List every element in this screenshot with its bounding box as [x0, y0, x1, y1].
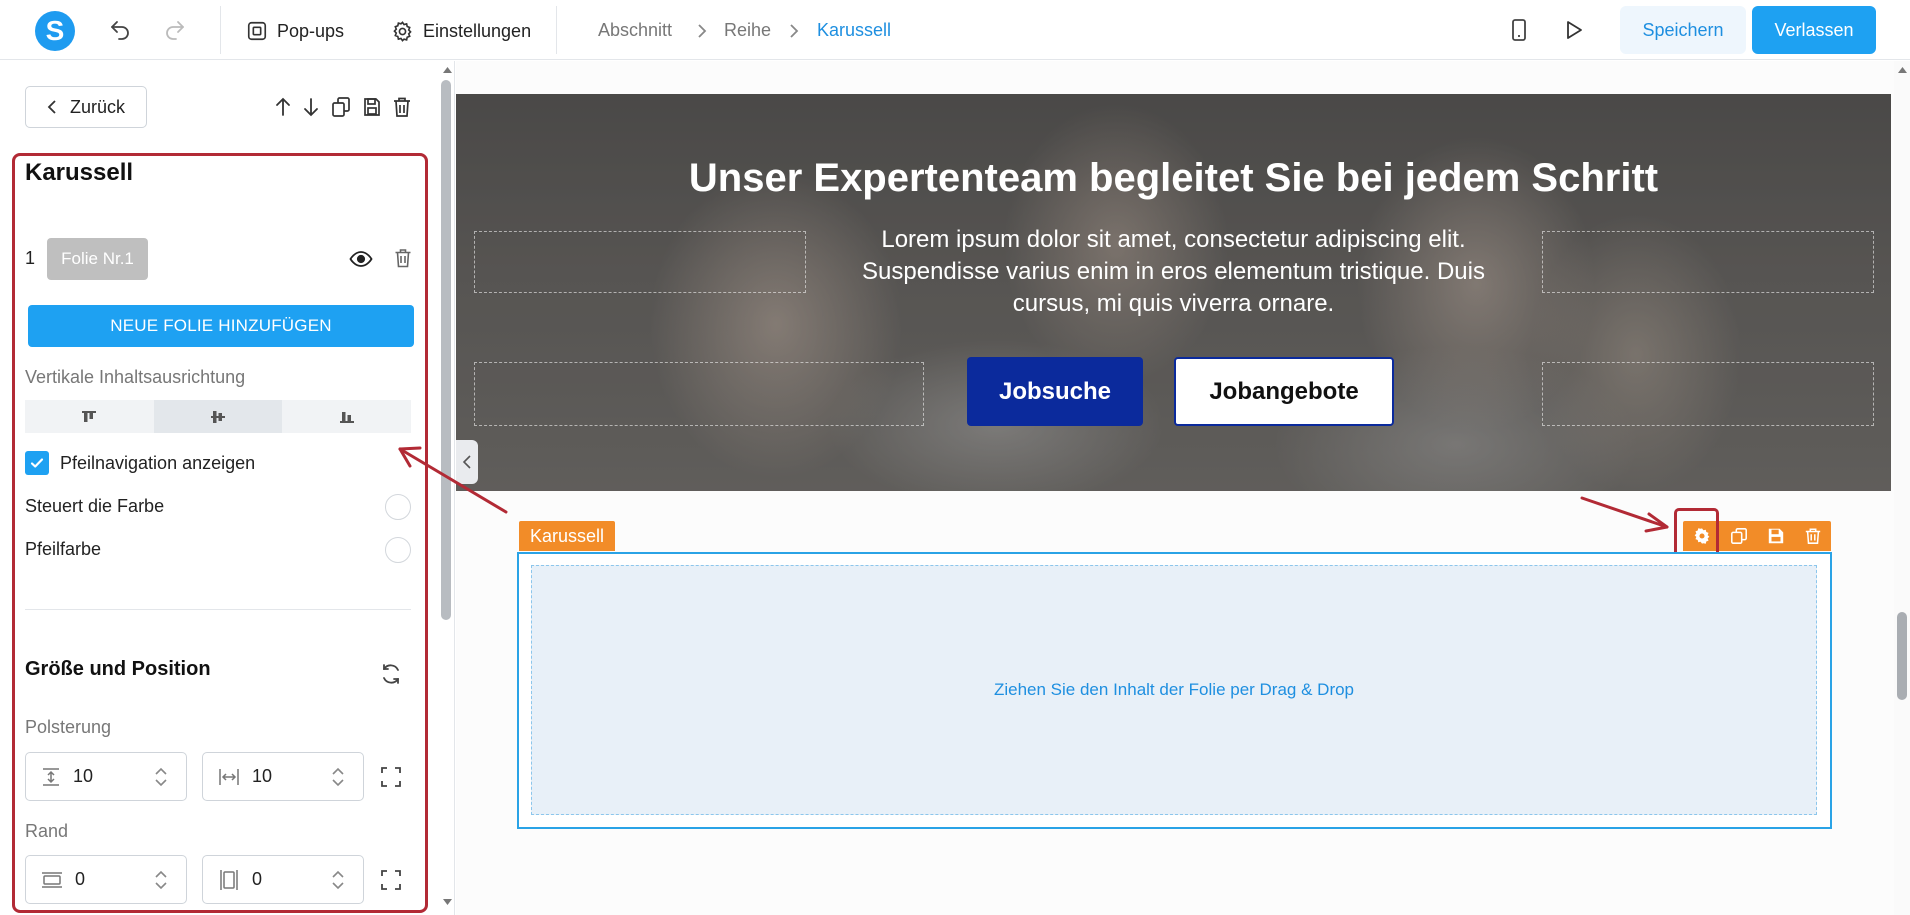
color-control-radio[interactable] [385, 494, 411, 520]
empty-column-placeholder[interactable] [1542, 231, 1874, 293]
gear-icon [393, 20, 412, 42]
app-logo[interactable]: S [35, 11, 75, 51]
exit-button[interactable]: Verlassen [1752, 6, 1876, 54]
scroll-down-icon[interactable] [443, 899, 452, 905]
vertical-align-segmented [25, 400, 411, 433]
slide-chip[interactable]: Folie Nr.1 [47, 238, 148, 280]
stepper-icon[interactable] [154, 765, 168, 789]
align-top-icon [82, 410, 97, 422]
element-trash-icon[interactable] [1804, 527, 1822, 545]
vertical-spacing-icon [43, 767, 59, 786]
padding-label: Polsterung [25, 717, 112, 737]
save-template-icon[interactable] [362, 96, 382, 118]
vertical-align-label: Vertikale Inhaltsausrichtung [25, 367, 246, 387]
move-down-icon[interactable] [301, 96, 321, 118]
logo-letter: S [45, 15, 65, 46]
padding-horizontal-field[interactable]: 10 [202, 752, 364, 801]
color-control-label: Steuert die Farbe [25, 496, 165, 516]
arrow-nav-checkbox[interactable] [25, 451, 49, 475]
border-horizontal-icon [42, 871, 62, 888]
stepper-icon[interactable] [154, 868, 168, 892]
align-middle-icon [211, 410, 225, 423]
chevron-left-icon [462, 455, 471, 469]
element-save-icon[interactable] [1767, 527, 1785, 545]
expand-icon[interactable] [380, 766, 402, 788]
checkmark-icon [30, 458, 44, 468]
breadcrumb-section[interactable]: Abschnitt [598, 20, 672, 41]
breadcrumb-carousel[interactable]: Karussell [817, 20, 891, 41]
duplicate-icon[interactable] [331, 96, 351, 118]
border-side-field[interactable]: 0 [202, 855, 364, 904]
chevron-right-icon [695, 22, 709, 40]
mobile-preview-icon[interactable] [1503, 14, 1535, 46]
arrow-color-label: Pfeilfarbe [25, 539, 102, 559]
hero-title[interactable]: Unser Expertenteam begleitet Sie bei jed… [456, 156, 1891, 201]
padding-vertical-field[interactable]: 10 [25, 752, 187, 801]
popups-button[interactable]: Pop-ups [246, 16, 344, 46]
empty-column-placeholder[interactable] [1542, 362, 1874, 426]
canvas-scrollbar[interactable] [1894, 61, 1910, 915]
add-slide-button[interactable]: NEUE FOLIE HINZUFÜGEN [28, 305, 414, 347]
undo-icon[interactable] [104, 14, 136, 46]
jobangebote-button[interactable]: Jobangebote [1174, 357, 1394, 426]
slide-delete-icon[interactable] [394, 248, 412, 268]
move-up-icon[interactable] [273, 96, 293, 118]
slide-number: 1 [25, 248, 36, 268]
empty-column-placeholder[interactable] [474, 362, 924, 426]
horizontal-spacing-icon [219, 768, 239, 785]
border-top-field[interactable]: 0 [25, 855, 187, 904]
settings-button[interactable]: Einstellungen [391, 16, 531, 46]
align-middle-option[interactable] [153, 400, 283, 433]
collapse-panel-tab[interactable] [456, 440, 478, 484]
border-top-value: 0 [75, 869, 86, 889]
section-divider [25, 609, 411, 610]
toolbar-divider [556, 6, 557, 54]
canvas-scroll-thumb[interactable] [1897, 612, 1907, 700]
padding-horizontal-value: 10 [252, 766, 273, 786]
size-position-title: Größe und Position [25, 658, 211, 680]
scroll-up-icon[interactable] [443, 67, 452, 73]
border-side-value: 0 [252, 869, 263, 889]
expand-icon[interactable] [380, 869, 402, 891]
align-top-option[interactable] [25, 400, 154, 433]
top-bar: S Pop-ups Einstellungen Abschnitt Reihe … [0, 0, 1910, 60]
trash-icon[interactable] [392, 96, 412, 118]
back-button[interactable]: Zurück [25, 86, 147, 128]
align-bottom-icon [339, 411, 354, 423]
chevron-left-icon [47, 100, 56, 114]
panel-scroll-thumb[interactable] [441, 80, 451, 620]
eye-icon[interactable] [349, 249, 373, 269]
reset-icon[interactable] [380, 662, 402, 686]
empty-column-placeholder[interactable] [474, 231, 806, 293]
popup-icon [247, 21, 267, 41]
jobsuche-button[interactable]: Jobsuche [967, 357, 1143, 426]
hero-section[interactable]: Unser Expertenteam begleitet Sie bei jed… [456, 94, 1891, 491]
settings-label: Einstellungen [423, 20, 532, 41]
chevron-right-icon [787, 22, 801, 40]
arrow-nav-label: Pfeilnavigation anzeigen [60, 453, 256, 473]
stepper-icon[interactable] [331, 868, 345, 892]
drop-hint: Ziehen Sie den Inhalt der Folie per Drag… [993, 680, 1355, 699]
play-preview-icon[interactable] [1558, 14, 1590, 46]
panel-title: Karussell [25, 159, 134, 186]
arrow-color-picker[interactable] [385, 537, 411, 563]
element-duplicate-icon[interactable] [1730, 527, 1748, 545]
scroll-up-icon[interactable] [1898, 67, 1907, 73]
breadcrumb-row[interactable]: Reihe [724, 20, 771, 41]
border-vertical-icon [220, 869, 238, 890]
hero-text[interactable]: Lorem ipsum dolor sit amet, consectetur … [836, 224, 1511, 320]
stepper-icon[interactable] [331, 765, 345, 789]
popups-label: Pop-ups [277, 20, 345, 41]
align-bottom-option[interactable] [282, 400, 411, 433]
save-button[interactable]: Speichern [1620, 6, 1746, 54]
back-label: Zurück [70, 96, 126, 117]
carousel-element-tag[interactable]: Karussell [519, 521, 615, 551]
slide-drop-zone[interactable]: Ziehen Sie den Inhalt der Folie per Drag… [531, 565, 1817, 815]
border-label: Rand [25, 821, 69, 841]
toolbar-divider [220, 6, 221, 54]
redo-icon[interactable] [159, 14, 191, 46]
padding-vertical-value: 10 [73, 766, 94, 786]
